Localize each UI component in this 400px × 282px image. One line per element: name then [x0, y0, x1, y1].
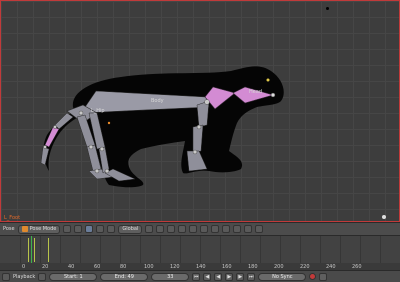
- end-frame-field[interactable]: End: 49: [100, 272, 149, 281]
- keyframe-marker[interactable]: [28, 238, 29, 262]
- bone-label-hip: L_Hip: [91, 108, 105, 114]
- layer-button-5[interactable]: [189, 225, 198, 233]
- active-bone-label: L_Foot: [4, 215, 21, 221]
- sync-selector[interactable]: No Sync: [258, 272, 307, 281]
- layer-button-3[interactable]: [167, 225, 176, 233]
- render-icon[interactable]: [255, 225, 264, 233]
- keyframe-marker[interactable]: [48, 238, 49, 262]
- animal-silhouette: [43, 66, 284, 188]
- playback-menu[interactable]: Playback: [13, 274, 35, 280]
- orientation-label: Global: [122, 226, 139, 232]
- rotate-icon[interactable]: [107, 225, 116, 233]
- timeline-header: Playback Start: 1 End: 49 33 ⏮ ◀ ◀ ▶ ▶ ⏭…: [0, 270, 400, 282]
- orientation-selector[interactable]: Global: [118, 224, 143, 234]
- mode-selector[interactable]: Pose Mode: [17, 224, 61, 234]
- proportional-edit-icon[interactable]: [244, 225, 253, 233]
- pivot-marker: [107, 121, 111, 125]
- bone-label-body: Body: [151, 98, 164, 104]
- armature-scene[interactable]: Body L_Hip Head: [1, 1, 400, 222]
- manipulator-icon[interactable]: [85, 225, 94, 233]
- next-key-icon[interactable]: ▶: [236, 272, 245, 281]
- view-menu[interactable]: Pose: [3, 226, 15, 232]
- preview-range-icon[interactable]: [38, 272, 47, 281]
- pivot-icon[interactable]: [74, 225, 83, 233]
- viewport-shading-icon[interactable]: [63, 225, 72, 233]
- timeline-editor[interactable]: 0 20 40 60 80 100 120 140 160 180 200 22…: [0, 236, 400, 270]
- current-frame-line[interactable]: [31, 236, 32, 266]
- play-reverse-icon[interactable]: ◀: [214, 272, 223, 281]
- pose-mode-icon: [21, 226, 28, 232]
- viewport-header: Pose Pose Mode Global: [0, 222, 400, 236]
- layer-button-8[interactable]: [222, 225, 231, 233]
- prev-key-icon[interactable]: ◀: [203, 272, 212, 281]
- start-frame-field[interactable]: Start: 1: [49, 272, 98, 281]
- mode-label: Pose Mode: [29, 226, 57, 232]
- snap-icon[interactable]: [233, 225, 242, 233]
- current-frame-field[interactable]: 33: [151, 272, 190, 281]
- jump-end-icon[interactable]: ⏭: [247, 272, 256, 281]
- 3d-viewport[interactable]: Body L_Hip Head L_Foot: [0, 0, 400, 222]
- layer-button-6[interactable]: [200, 225, 209, 233]
- jump-start-icon[interactable]: ⏮: [192, 272, 201, 281]
- bone-label-head: Head: [249, 89, 262, 95]
- layer-button-2[interactable]: [156, 225, 165, 233]
- eye-marker: [266, 78, 270, 82]
- blender-window: Body L_Hip Head L_Foot Pose Pose Mode Gl…: [0, 0, 400, 282]
- keyframe-marker[interactable]: [34, 238, 35, 262]
- navigation-dot-icon[interactable]: [382, 215, 386, 219]
- editor-type-icon[interactable]: [2, 272, 10, 281]
- keying-icon[interactable]: [319, 272, 328, 281]
- layer-button-4[interactable]: [178, 225, 187, 233]
- bone-front-upper[interactable]: [196, 100, 210, 128]
- translate-icon[interactable]: [96, 225, 105, 233]
- layer-button-7[interactable]: [211, 225, 220, 233]
- play-icon[interactable]: ▶: [225, 272, 234, 281]
- record-icon[interactable]: [309, 273, 317, 280]
- layer-button-1[interactable]: [145, 225, 154, 233]
